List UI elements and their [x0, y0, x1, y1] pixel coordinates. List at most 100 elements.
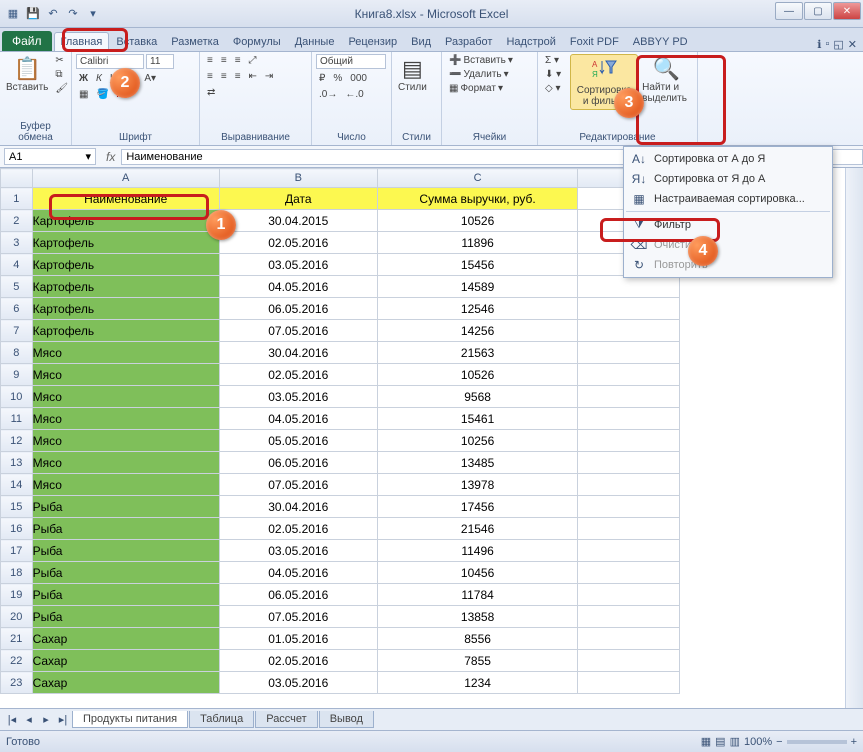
cell[interactable]: Рыба — [32, 518, 219, 540]
cell[interactable]: Мясо — [32, 408, 219, 430]
cell[interactable]: Мясо — [32, 430, 219, 452]
cell[interactable]: 15456 — [377, 254, 578, 276]
cell[interactable]: Сахар — [32, 650, 219, 672]
indent-inc-icon[interactable]: ⇥ — [262, 70, 276, 83]
select-all-corner[interactable] — [1, 169, 33, 188]
cell[interactable]: 30.04.2015 — [219, 210, 377, 232]
merge-icon[interactable]: ⇄ — [204, 86, 218, 99]
cell[interactable]: Сахар — [32, 628, 219, 650]
ribbon-min-icon[interactable]: ▫ — [825, 38, 829, 51]
font-size-select[interactable]: 11 — [146, 54, 174, 69]
sheet-tab[interactable]: Таблица — [189, 711, 254, 728]
row-header[interactable]: 20 — [1, 606, 33, 628]
cell[interactable] — [578, 650, 680, 672]
sheet-tab[interactable]: Рассчет — [255, 711, 318, 728]
row-header[interactable]: 12 — [1, 430, 33, 452]
cell[interactable]: Рыба — [32, 562, 219, 584]
tab-foxit[interactable]: Foxit PDF — [563, 32, 626, 51]
currency-icon[interactable]: ₽ — [316, 72, 328, 85]
sheet-nav-first-icon[interactable]: |◂ — [4, 713, 20, 726]
sheet-nav-next-icon[interactable]: ▸ — [38, 713, 54, 726]
cell[interactable]: Картофель — [32, 298, 219, 320]
row-header[interactable]: 4 — [1, 254, 33, 276]
cell[interactable] — [578, 672, 680, 694]
cell[interactable]: Рыба — [32, 540, 219, 562]
row-header[interactable]: 6 — [1, 298, 33, 320]
cell[interactable] — [578, 364, 680, 386]
tab-formulas[interactable]: Формулы — [226, 32, 288, 51]
row-header[interactable]: 15 — [1, 496, 33, 518]
tab-dev[interactable]: Разработ — [438, 32, 499, 51]
cell[interactable]: Картофель — [32, 232, 219, 254]
col-header-a[interactable]: A — [32, 169, 219, 188]
name-box[interactable]: A1▾ — [4, 148, 96, 165]
tab-data[interactable]: Данные — [288, 32, 342, 51]
cell[interactable]: 02.05.2016 — [219, 364, 377, 386]
row-header[interactable]: 7 — [1, 320, 33, 342]
align-bottom-icon[interactable]: ≡ — [232, 54, 244, 67]
menu-filter[interactable]: ⧩Фильтр — [626, 214, 830, 235]
col-header-c[interactable]: C — [377, 169, 578, 188]
cell[interactable]: Мясо — [32, 452, 219, 474]
cell[interactable]: 10526 — [377, 364, 578, 386]
fill-down-icon[interactable]: ⬇ ▾ — [542, 68, 564, 81]
row-header[interactable]: 13 — [1, 452, 33, 474]
row-header[interactable]: 11 — [1, 408, 33, 430]
row-header[interactable]: 9 — [1, 364, 33, 386]
row-header[interactable]: 2 — [1, 210, 33, 232]
bold-icon[interactable]: Ж — [76, 72, 91, 85]
cell[interactable]: 06.05.2016 — [219, 452, 377, 474]
cell[interactable]: 04.05.2016 — [219, 276, 377, 298]
sheet-nav-prev-icon[interactable]: ◂ — [21, 713, 37, 726]
tab-view[interactable]: Вид — [404, 32, 438, 51]
orientation-icon[interactable]: ⤢ — [246, 54, 260, 67]
row-header[interactable]: 19 — [1, 584, 33, 606]
cell[interactable] — [578, 606, 680, 628]
fx-icon[interactable]: fx — [100, 150, 121, 164]
cell[interactable]: Картофель — [32, 254, 219, 276]
cell[interactable]: 13978 — [377, 474, 578, 496]
cell[interactable]: 8556 — [377, 628, 578, 650]
row-header[interactable]: 1 — [1, 188, 33, 210]
cell[interactable]: 9568 — [377, 386, 578, 408]
italic-icon[interactable]: К — [93, 72, 105, 85]
copy-icon[interactable]: ⧉ — [52, 68, 71, 81]
sum-icon[interactable]: Σ ▾ — [542, 54, 564, 67]
row-header[interactable]: 23 — [1, 672, 33, 694]
zoom-slider[interactable] — [787, 740, 847, 744]
minimize-button[interactable]: — — [775, 2, 803, 20]
cell[interactable]: 03.05.2016 — [219, 386, 377, 408]
comma-icon[interactable]: 000 — [347, 72, 370, 85]
row-header[interactable]: 14 — [1, 474, 33, 496]
percent-icon[interactable]: % — [330, 72, 345, 85]
tab-addins[interactable]: Надстрой — [499, 32, 562, 51]
format-cells-button[interactable]: ▦ Формат ▾ — [446, 82, 506, 95]
cell[interactable]: Картофель — [32, 320, 219, 342]
cell[interactable]: Картофель — [32, 276, 219, 298]
view-layout-icon[interactable]: ▤ — [715, 735, 725, 748]
cell[interactable]: 12546 — [377, 298, 578, 320]
qat-dropdown-icon[interactable]: ▾ — [84, 5, 102, 23]
cell[interactable]: Картофель — [32, 210, 219, 232]
cell[interactable]: Сахар — [32, 672, 219, 694]
maximize-button[interactable]: ▢ — [804, 2, 832, 20]
cell[interactable]: 11496 — [377, 540, 578, 562]
cut-icon[interactable]: ✂ — [52, 54, 71, 67]
cell[interactable] — [578, 342, 680, 364]
cell[interactable] — [578, 540, 680, 562]
cell[interactable] — [578, 628, 680, 650]
cell[interactable]: Мясо — [32, 342, 219, 364]
cell[interactable] — [578, 474, 680, 496]
row-header[interactable]: 16 — [1, 518, 33, 540]
shrink-font-icon[interactable]: A▾ — [141, 72, 159, 85]
menu-custom-sort[interactable]: ▦Настраиваемая сортировка... — [626, 189, 830, 209]
cell[interactable]: 02.05.2016 — [219, 232, 377, 254]
zoom-in-icon[interactable]: + — [851, 736, 857, 748]
view-break-icon[interactable]: ▥ — [730, 735, 740, 748]
cell[interactable]: Рыба — [32, 606, 219, 628]
tab-home[interactable]: Главная — [54, 32, 110, 51]
cell[interactable] — [578, 320, 680, 342]
cell[interactable]: 11784 — [377, 584, 578, 606]
paste-button[interactable]: 📋 Вставить — [4, 54, 50, 95]
cell[interactable]: Мясо — [32, 474, 219, 496]
